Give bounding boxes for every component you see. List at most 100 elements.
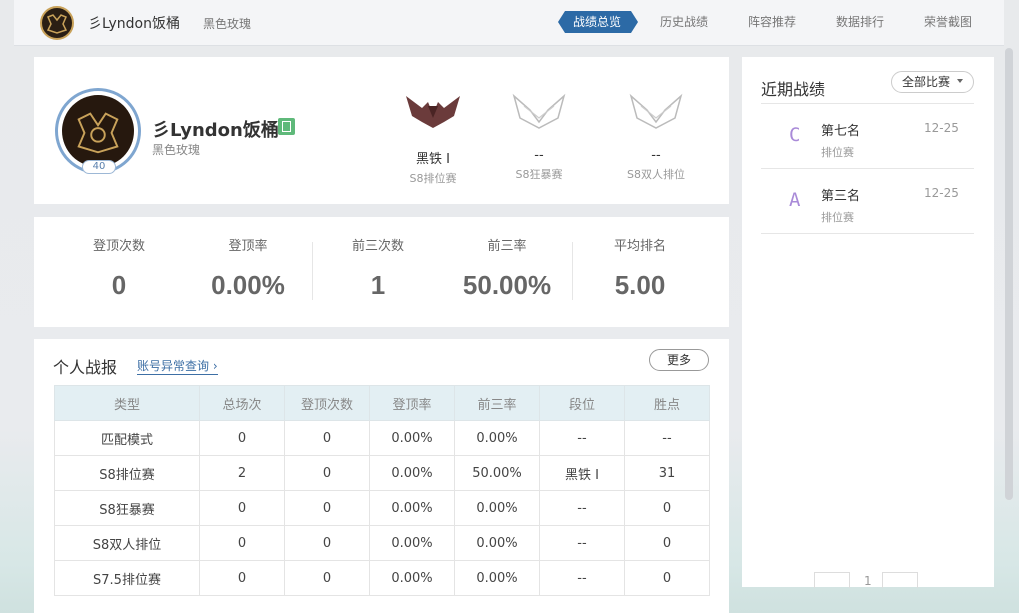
match-date: 12-25 xyxy=(924,186,959,200)
rank-mode: S8狂暴赛 xyxy=(515,168,563,181)
table-cell: S8排位赛 xyxy=(54,455,200,491)
stat-value: 1 xyxy=(370,270,386,300)
table-cell: -- xyxy=(539,490,625,526)
stat-top3-count: 前三次数 1 xyxy=(323,235,433,301)
nav-lineups[interactable]: 阵容推荐 xyxy=(748,13,796,30)
profile-server-name: 黑色玫瑰 xyxy=(152,143,201,157)
table-cell: S8双人排位 xyxy=(54,525,200,561)
stat-first-rate: 登顶率 0.00% xyxy=(193,235,303,301)
col-header: 总场次 xyxy=(199,385,285,421)
page-number[interactable]: 1 xyxy=(864,574,872,588)
stats-card: 登顶次数 0 登顶率 0.00% 前三次数 1 前三率 50.00% 平均排名 … xyxy=(34,217,729,327)
match-place: 第七名 xyxy=(821,124,861,139)
rank-mode: S8排位赛 xyxy=(409,172,457,185)
rank-s8-double-up: -- S8双人排位 xyxy=(611,92,701,182)
prev-page-button[interactable] xyxy=(814,572,850,588)
nav-honor-screenshots[interactable]: 荣誉截图 xyxy=(924,13,972,30)
iron-emblem-icon xyxy=(406,96,460,128)
match-filter-dropdown[interactable]: 全部比赛 xyxy=(891,71,974,93)
col-header: 段位 xyxy=(539,385,625,421)
table-cell: 0.00% xyxy=(369,490,455,526)
more-button[interactable]: 更多 xyxy=(649,349,709,371)
top-player-name: 彡Lyndon饭桶 xyxy=(88,16,180,32)
unranked-emblem-icon xyxy=(629,93,683,129)
divider xyxy=(312,242,313,300)
table-row: S8狂暴赛 0 0 0.00% 0.00% -- 0 xyxy=(54,490,710,526)
list-item[interactable]: C 第七名 排位赛 12-25 xyxy=(761,104,974,168)
table-cell: 0 xyxy=(199,560,285,596)
nav-rankings[interactable]: 数据排行 xyxy=(836,13,884,30)
table-cell: 2 xyxy=(199,455,285,491)
stat-label: 前三率 xyxy=(487,239,527,254)
match-grade: A xyxy=(789,189,801,211)
table-cell: -- xyxy=(624,420,710,456)
table-cell: 0 xyxy=(284,420,370,456)
table-row: 匹配模式 0 0 0.00% 0.00% -- -- xyxy=(54,420,710,456)
divider xyxy=(572,242,573,300)
match-mode: 排位赛 xyxy=(821,211,854,224)
list-item[interactable]: A 第三名 排位赛 12-25 xyxy=(761,169,974,233)
table-row: S8双人排位 0 0 0.00% 0.00% -- 0 xyxy=(54,525,710,561)
table-cell: 0 xyxy=(284,560,370,596)
table-cell: 0.00% xyxy=(369,525,455,561)
table-cell: 0 xyxy=(284,525,370,561)
table-cell: 黑铁 Ⅰ xyxy=(539,455,625,491)
table-cell: 0.00% xyxy=(454,420,540,456)
top-server-name: 黑色玫瑰 xyxy=(203,17,252,31)
stat-first-count: 登顶次数 0 xyxy=(64,235,174,301)
table-cell: 0.00% xyxy=(454,525,540,561)
table-cell: 匹配模式 xyxy=(54,420,200,456)
stat-value: 5.00 xyxy=(614,270,666,300)
account-check-label: 账号异常查询 xyxy=(137,359,210,373)
col-header: 胜点 xyxy=(624,385,710,421)
account-check-link[interactable]: 账号异常查询 › xyxy=(137,357,218,375)
table-header-row: 类型 总场次 登顶次数 登顶率 前三率 段位 胜点 xyxy=(54,385,710,421)
personal-report-card: 个人战报 账号异常查询 › 更多 类型 总场次 登顶次数 登顶率 前三率 段位 … xyxy=(34,339,729,613)
stat-top3-rate: 前三率 50.00% xyxy=(452,235,562,301)
nav-history[interactable]: 历史战绩 xyxy=(660,13,708,30)
profile-player-name: 彡Lyndon饭桶 xyxy=(152,120,279,141)
next-page-button[interactable] xyxy=(882,572,918,588)
stat-label: 前三次数 xyxy=(351,239,404,254)
stat-label: 登顶率 xyxy=(228,239,268,254)
table-cell: 0 xyxy=(284,455,370,491)
avatar-emblem-icon xyxy=(77,112,119,154)
nav-overview[interactable]: 战绩总览 xyxy=(573,13,621,30)
rank-value: -- xyxy=(651,148,661,163)
table-cell: 0.00% xyxy=(454,490,540,526)
table-row: S8排位赛 2 0 0.00% 50.00% 黑铁 Ⅰ 31 xyxy=(54,455,710,491)
col-header: 前三率 xyxy=(454,385,540,421)
stat-avg-rank: 平均排名 5.00 xyxy=(585,235,695,301)
copy-icon[interactable] xyxy=(278,118,295,135)
match-mode: 排位赛 xyxy=(821,146,854,159)
rank-s8-ranked: 黑铁 Ⅰ S8排位赛 xyxy=(388,92,478,186)
top-bar: 彡Lyndon饭桶 黑色玫瑰 战绩总览 历史战绩 阵容推荐 数据排行 荣誉截图 xyxy=(14,0,1004,46)
rank-s8-hyper: -- S8狂暴赛 xyxy=(494,92,584,182)
pagination: 1 xyxy=(814,572,934,588)
table-cell: 0.00% xyxy=(454,560,540,596)
player-avatar-icon[interactable] xyxy=(40,6,74,40)
table-cell: 50.00% xyxy=(454,455,540,491)
match-grade: C xyxy=(789,124,801,146)
stat-value: 50.00% xyxy=(462,270,552,300)
stat-value: 0.00% xyxy=(211,270,285,300)
scrollbar[interactable] xyxy=(1005,48,1013,500)
col-header: 登顶率 xyxy=(369,385,455,421)
table-row: S7.5排位赛 0 0 0.00% 0.00% -- 0 xyxy=(54,560,710,596)
stat-label: 登顶次数 xyxy=(92,239,145,254)
col-header: 登顶次数 xyxy=(284,385,370,421)
table-cell: 0 xyxy=(199,525,285,561)
report-title: 个人战报 xyxy=(53,358,118,377)
recent-title: 近期战绩 xyxy=(761,80,826,99)
table-cell: 0 xyxy=(624,525,710,561)
rank-mode: S8双人排位 xyxy=(627,168,685,181)
stat-value: 0 xyxy=(111,270,127,300)
stat-label: 平均排名 xyxy=(613,239,666,254)
rank-value: 黑铁 Ⅰ xyxy=(416,152,450,167)
table-cell: 0 xyxy=(284,490,370,526)
table-cell: 0.00% xyxy=(369,560,455,596)
table-cell: -- xyxy=(539,560,625,596)
table-cell: -- xyxy=(539,420,625,456)
divider xyxy=(761,233,974,234)
table-cell: 0 xyxy=(624,490,710,526)
